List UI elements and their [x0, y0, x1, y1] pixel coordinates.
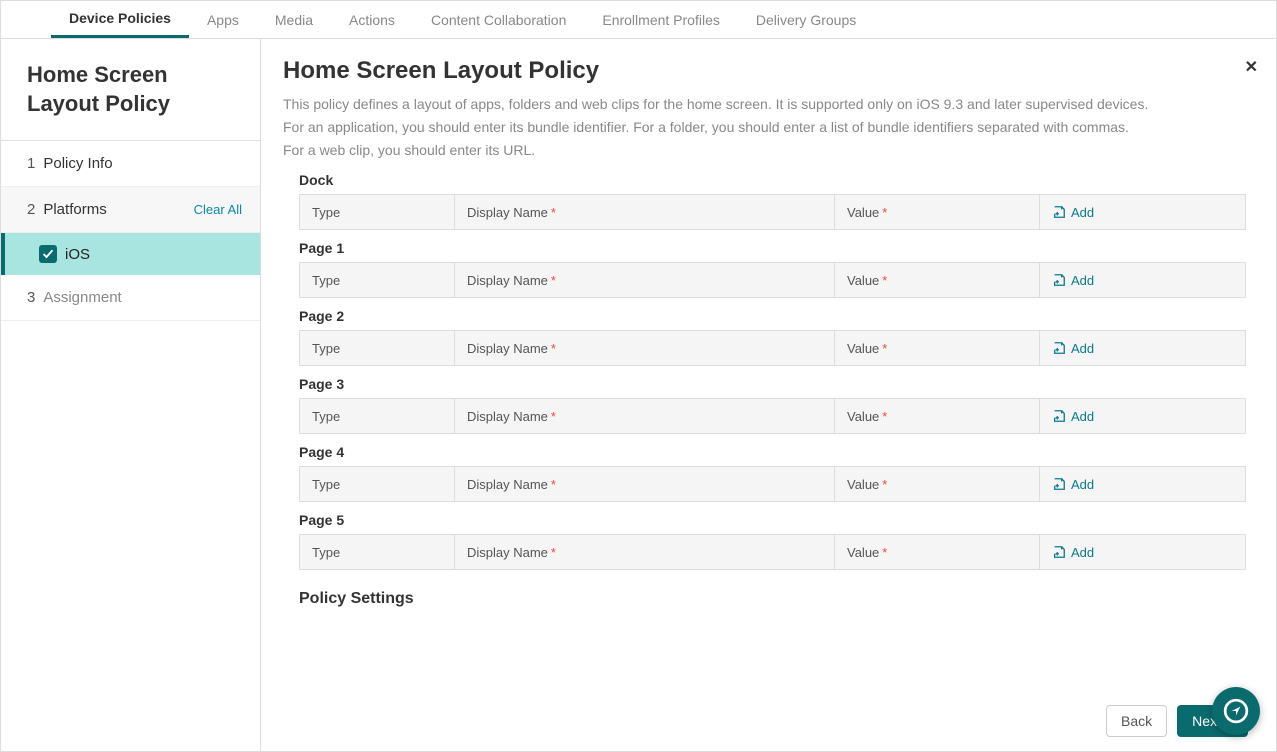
- add-button[interactable]: Add: [1040, 399, 1245, 433]
- table-header-row: Type Display Name* Value* Add: [299, 262, 1246, 298]
- sidebar-title: Home Screen Layout Policy: [1, 39, 260, 141]
- add-icon: [1052, 545, 1066, 559]
- section-page5-label: Page 5: [299, 512, 1246, 528]
- add-button[interactable]: Add: [1040, 263, 1245, 297]
- tab-delivery-groups[interactable]: Delivery Groups: [738, 1, 874, 38]
- navigate-fab[interactable]: [1212, 687, 1260, 735]
- step-assignment[interactable]: 3 Assignment: [1, 275, 260, 321]
- page-title: Home Screen Layout Policy: [283, 57, 1254, 85]
- tab-enrollment-profiles[interactable]: Enrollment Profiles: [584, 1, 738, 38]
- close-icon[interactable]: ✕: [1245, 57, 1258, 77]
- step-number: 2: [27, 201, 35, 218]
- col-type: Type: [300, 263, 455, 297]
- add-icon: [1052, 273, 1066, 287]
- add-icon: [1052, 477, 1066, 491]
- col-value: Value*: [835, 467, 1040, 501]
- add-icon: [1052, 205, 1066, 219]
- required-icon: *: [882, 341, 887, 356]
- back-button[interactable]: Back: [1106, 705, 1167, 737]
- step-label: Assignment: [43, 289, 121, 306]
- col-display-name: Display Name*: [455, 195, 835, 229]
- step-label-text: Platforms: [43, 201, 106, 218]
- required-icon: *: [882, 409, 887, 424]
- platform-ios[interactable]: iOS: [1, 233, 260, 275]
- table-header-row: Type Display Name* Value* Add: [299, 534, 1246, 570]
- required-icon: *: [882, 545, 887, 560]
- col-type: Type: [300, 331, 455, 365]
- table-header-row: Type Display Name* Value* Add: [299, 398, 1246, 434]
- tab-apps[interactable]: Apps: [189, 1, 257, 38]
- add-button[interactable]: Add: [1040, 331, 1245, 365]
- step-number: 1: [27, 155, 35, 172]
- step-number: 3: [27, 289, 35, 306]
- col-display-name: Display Name*: [455, 535, 835, 569]
- section-page4-label: Page 4: [299, 444, 1246, 460]
- section-dock-label: Dock: [299, 172, 1246, 188]
- table-header-row: Type Display Name* Value* Add: [299, 466, 1246, 502]
- col-type: Type: [300, 195, 455, 229]
- required-icon: *: [551, 477, 556, 492]
- tab-device-policies[interactable]: Device Policies: [51, 1, 189, 38]
- tab-content-collaboration[interactable]: Content Collaboration: [413, 1, 584, 38]
- required-icon: *: [882, 205, 887, 220]
- checkbox-checked-icon[interactable]: [39, 245, 57, 263]
- col-value: Value*: [835, 331, 1040, 365]
- required-icon: *: [551, 205, 556, 220]
- required-icon: *: [882, 477, 887, 492]
- desc-line: For a web clip, you should enter its URL…: [283, 139, 1254, 162]
- table-header-row: Type Display Name* Value* Add: [299, 330, 1246, 366]
- add-button[interactable]: Add: [1040, 467, 1245, 501]
- desc-line: This policy defines a layout of apps, fo…: [283, 93, 1254, 116]
- section-page2-label: Page 2: [299, 308, 1246, 324]
- col-value: Value*: [835, 399, 1040, 433]
- main-content: ✕ Home Screen Layout Policy This policy …: [261, 39, 1276, 751]
- col-display-name: Display Name*: [455, 263, 835, 297]
- col-value: Value*: [835, 535, 1040, 569]
- navigate-icon: [1223, 698, 1249, 724]
- col-display-name: Display Name*: [455, 331, 835, 365]
- step-policy-info[interactable]: 1 Policy Info: [1, 141, 260, 187]
- section-page3-label: Page 3: [299, 376, 1246, 392]
- top-tabs: Device Policies Apps Media Actions Conte…: [1, 1, 1276, 39]
- add-icon: [1052, 409, 1066, 423]
- col-value: Value*: [835, 263, 1040, 297]
- step-platforms[interactable]: 2 Platforms Clear All: [1, 187, 260, 233]
- col-display-name: Display Name*: [455, 399, 835, 433]
- sidebar: Home Screen Layout Policy 1 Policy Info …: [1, 39, 261, 751]
- clear-all-link[interactable]: Clear All: [194, 202, 242, 217]
- tab-media[interactable]: Media: [257, 1, 331, 38]
- layout-sections: Dock Type Display Name* Value* Add Page …: [283, 172, 1254, 570]
- required-icon: *: [882, 273, 887, 288]
- required-icon: *: [551, 545, 556, 560]
- policy-settings-heading: Policy Settings: [283, 590, 1254, 608]
- col-value: Value*: [835, 195, 1040, 229]
- tab-actions[interactable]: Actions: [331, 1, 413, 38]
- add-button[interactable]: Add: [1040, 535, 1245, 569]
- col-type: Type: [300, 467, 455, 501]
- desc-line: For an application, you should enter its…: [283, 116, 1254, 139]
- table-header-row: Type Display Name* Value* Add: [299, 194, 1246, 230]
- required-icon: *: [551, 409, 556, 424]
- section-page1-label: Page 1: [299, 240, 1246, 256]
- col-type: Type: [300, 535, 455, 569]
- add-icon: [1052, 341, 1066, 355]
- required-icon: *: [551, 273, 556, 288]
- add-button[interactable]: Add: [1040, 195, 1245, 229]
- required-icon: *: [551, 341, 556, 356]
- platform-label: iOS: [65, 246, 90, 263]
- step-label: Policy Info: [43, 155, 112, 172]
- col-display-name: Display Name*: [455, 467, 835, 501]
- col-type: Type: [300, 399, 455, 433]
- description: This policy defines a layout of apps, fo…: [283, 93, 1254, 162]
